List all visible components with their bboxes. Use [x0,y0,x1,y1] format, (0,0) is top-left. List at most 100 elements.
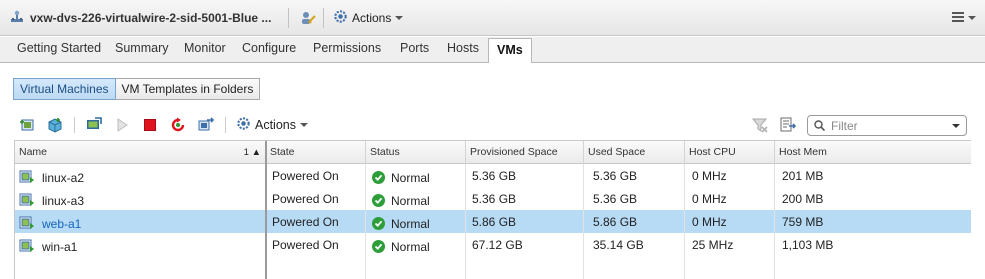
vm-provisioned-space: 5.86 GB [472,215,517,229]
column-header-status[interactable]: Status [366,141,466,164]
migrate-icon[interactable] [197,116,215,134]
chevron-down-icon[interactable] [952,124,960,128]
header-actions-menu[interactable]: Actions [333,9,404,27]
search-icon [814,120,826,132]
tab-vms[interactable]: VMs [488,38,532,64]
vm-host-cpu: 0 MHz [692,192,727,206]
vm-status-label: Normal [391,239,430,254]
divider [74,117,75,133]
vm-toolbar: Actions [18,115,308,135]
vm-host-cpu: 0 MHz [692,169,727,183]
tab-ports[interactable]: Ports [400,41,429,55]
open-console-icon[interactable] [85,116,103,134]
menu-lines-icon [952,11,966,25]
vm-host-mem: 200 MB [782,192,824,206]
vm-provisioned-space: 5.36 GB [472,169,517,183]
divider [323,8,324,28]
vm-status-label: Normal [391,170,430,185]
check-circle-icon [372,217,385,230]
sort-indicator: 1 ▲ [243,147,261,158]
vm-status-label: Normal [391,193,430,208]
clear-filter-icon[interactable] [751,116,769,134]
column-header-state[interactable]: State [266,141,366,164]
vm-table: Name 1 ▲ State Status Provisioned Space … [14,140,971,279]
vm-status: Normal [367,210,430,233]
chevron-down-icon [968,16,976,20]
user-permissions-icon[interactable] [300,10,316,26]
table-row[interactable]: linux-a2 Powered On Normal 5.36 GB 5.36 … [15,164,971,187]
vm-host-cpu: 25 MHz [692,238,734,252]
tab-configure[interactable]: Configure [242,41,296,55]
column-divider [684,164,685,279]
vm-host-cpu: 0 MHz [692,215,727,229]
check-circle-icon [372,240,385,253]
vm-name-cell: linux-a3 [15,187,266,210]
vm-state: Powered On [272,215,339,229]
check-circle-icon [372,194,385,207]
vm-powered-on-icon [19,237,35,256]
export-list-icon[interactable] [779,116,797,134]
frozen-column-divider[interactable] [265,141,267,279]
vm-powered-on-icon [19,168,35,187]
subtab-virtual-machines[interactable]: Virtual Machines [13,78,116,100]
chevron-down-icon [395,16,404,20]
vm-name-link[interactable]: win-a1 [42,240,77,254]
vm-view-switcher: Virtual Machines VM Templates in Folders [13,78,261,100]
chevron-down-icon [300,123,308,127]
tab-monitor[interactable]: Monitor [184,41,226,55]
vm-name-link[interactable]: web-a1 [42,217,81,231]
restart-icon[interactable] [169,116,187,134]
column-divider [583,164,584,279]
vm-name-cell: win-a1 [15,233,266,256]
deploy-ovf-icon[interactable] [46,116,64,134]
column-header-host-mem[interactable]: Host Mem [775,141,971,164]
gear-icon [333,9,348,27]
vm-used-space: 5.36 GB [593,169,638,183]
vm-status: Normal [367,187,430,210]
vm-provisioned-space: 5.36 GB [472,192,517,206]
divider [225,117,226,133]
table-header: Name 1 ▲ State Status Provisioned Space … [15,141,971,164]
vm-powered-on-icon [19,214,35,233]
vm-state: Powered On [272,192,339,206]
panel-menu-button[interactable] [951,8,977,28]
table-row[interactable]: web-a1 Powered On Normal 5.86 GB 5.86 GB… [15,210,971,233]
vm-used-space: 5.86 GB [593,215,638,229]
table-row[interactable]: linux-a3 Powered On Normal 5.36 GB 5.36 … [15,187,971,210]
filter-input[interactable] [831,118,951,133]
vm-host-mem: 1,103 MB [782,238,834,252]
column-header-provisioned-space[interactable]: Provisioned Space [466,141,584,164]
object-header: vxw-dvs-226-virtualwire-2-sid-5001-Blue … [0,0,985,36]
vm-name-link[interactable]: linux-a3 [42,194,84,208]
column-divider [365,164,366,279]
tab-getting-started[interactable]: Getting Started [17,41,101,55]
tab-summary[interactable]: Summary [115,41,168,55]
vm-powered-on-icon [19,191,35,210]
column-divider [465,164,466,279]
tab-permissions[interactable]: Permissions [313,41,381,55]
vm-name-cell: linux-a2 [15,164,266,187]
vm-name-cell: web-a1 [15,210,266,233]
filter-box[interactable] [807,115,967,136]
vm-provisioned-space: 67.12 GB [472,238,523,252]
toolbar-actions-menu[interactable]: Actions [236,116,308,134]
column-divider [774,164,775,279]
column-header-used-space[interactable]: Used Space [584,141,685,164]
table-row[interactable]: win-a1 Powered On Normal 67.12 GB 35.14 … [15,233,971,256]
subtab-vm-templates[interactable]: VM Templates in Folders [115,78,261,100]
vm-state: Powered On [272,238,339,252]
vm-used-space: 35.14 GB [593,238,644,252]
tab-hosts[interactable]: Hosts [447,41,479,55]
power-on-icon[interactable] [113,116,131,134]
vm-used-space: 5.36 GB [593,192,638,206]
header-actions-label: Actions [352,11,392,25]
new-vm-icon[interactable] [18,116,36,134]
vm-host-mem: 759 MB [782,215,824,229]
vm-name-link[interactable]: linux-a2 [42,171,84,185]
column-header-host-cpu[interactable]: Host CPU [685,141,775,164]
power-off-icon[interactable] [141,116,159,134]
column-header-name[interactable]: Name 1 ▲ [15,141,266,164]
column-header-label: Name [19,146,48,158]
vm-host-mem: 201 MB [782,169,824,183]
distributed-portgroup-icon [10,10,24,24]
